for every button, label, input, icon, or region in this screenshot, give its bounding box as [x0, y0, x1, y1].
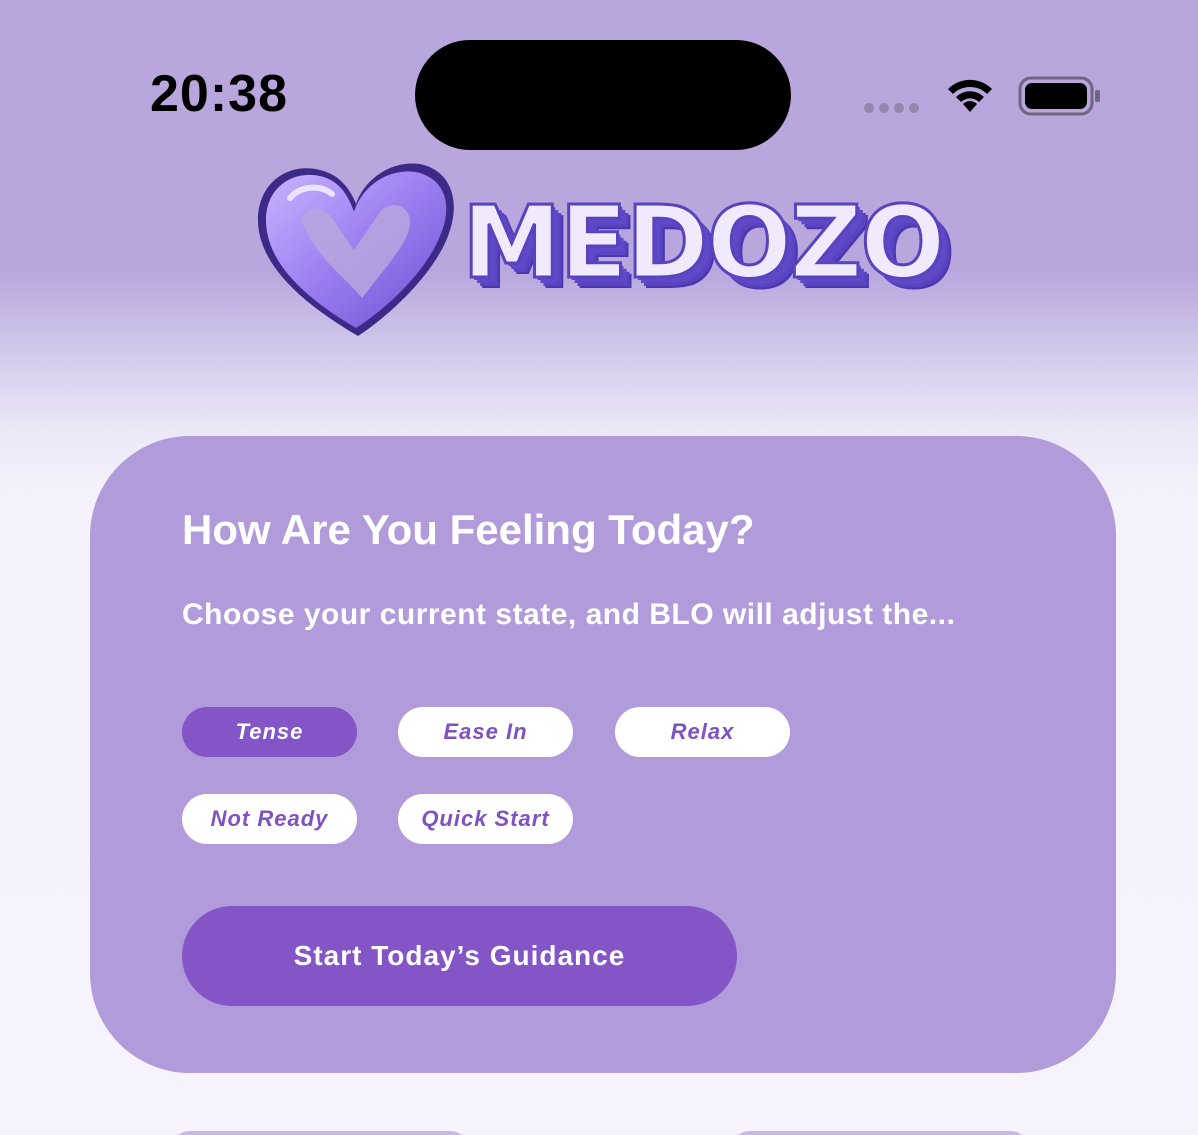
mood-chip-quick-start[interactable]: Quick Start: [398, 794, 573, 844]
start-guidance-button[interactable]: Start Today’s Guidance: [182, 906, 737, 1006]
dynamic-island: [415, 40, 791, 150]
battery-icon: [1018, 76, 1100, 116]
mood-chip-ease-in[interactable]: Ease In: [398, 707, 573, 757]
status-bar: 20:38: [0, 0, 1198, 160]
mood-card: How Are You Feeling Today? Choose your c…: [90, 436, 1116, 1073]
mood-chip-relax[interactable]: Relax: [615, 707, 790, 757]
mood-chip-not-ready[interactable]: Not Ready: [182, 794, 357, 844]
card-title: How Are You Feeling Today?: [182, 506, 755, 553]
logo-text: MEDOZO: [460, 183, 946, 303]
card-subtitle: Choose your current state, and BLO will …: [182, 598, 956, 631]
status-time: 20:38: [150, 65, 288, 123]
heart-logo-icon: [258, 163, 454, 336]
wifi-icon: [948, 79, 992, 112]
next-card-peek-right: [730, 1131, 1030, 1135]
signal-dots-icon: [864, 103, 919, 113]
mood-chip-tense[interactable]: Tense: [182, 707, 357, 757]
next-card-peek-left: [170, 1131, 470, 1135]
app-logo: MEDOZO: [250, 158, 970, 348]
